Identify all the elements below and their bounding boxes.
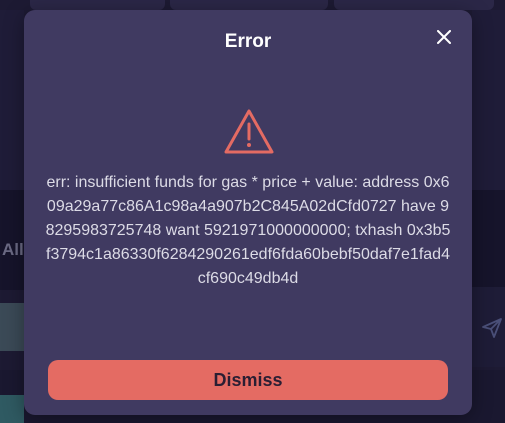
background-footer-item <box>0 395 24 423</box>
background-panel <box>472 10 505 190</box>
background-card <box>30 0 165 10</box>
dialog-title: Error <box>224 31 272 52</box>
background-tab-label: All <box>2 240 24 259</box>
dismiss-button[interactable]: Dismiss <box>48 360 448 400</box>
close-button[interactable] <box>433 26 455 48</box>
send-icon <box>482 318 502 338</box>
background-input <box>0 303 24 351</box>
background-card <box>170 0 328 10</box>
close-icon <box>437 30 451 44</box>
error-dialog: Error err: insufficient funds for gas * … <box>24 10 472 415</box>
background-panel <box>0 10 24 190</box>
error-message: err: insufficient funds for gas * price … <box>45 174 451 287</box>
warning-triangle-icon <box>224 109 274 154</box>
background-card <box>334 0 494 10</box>
